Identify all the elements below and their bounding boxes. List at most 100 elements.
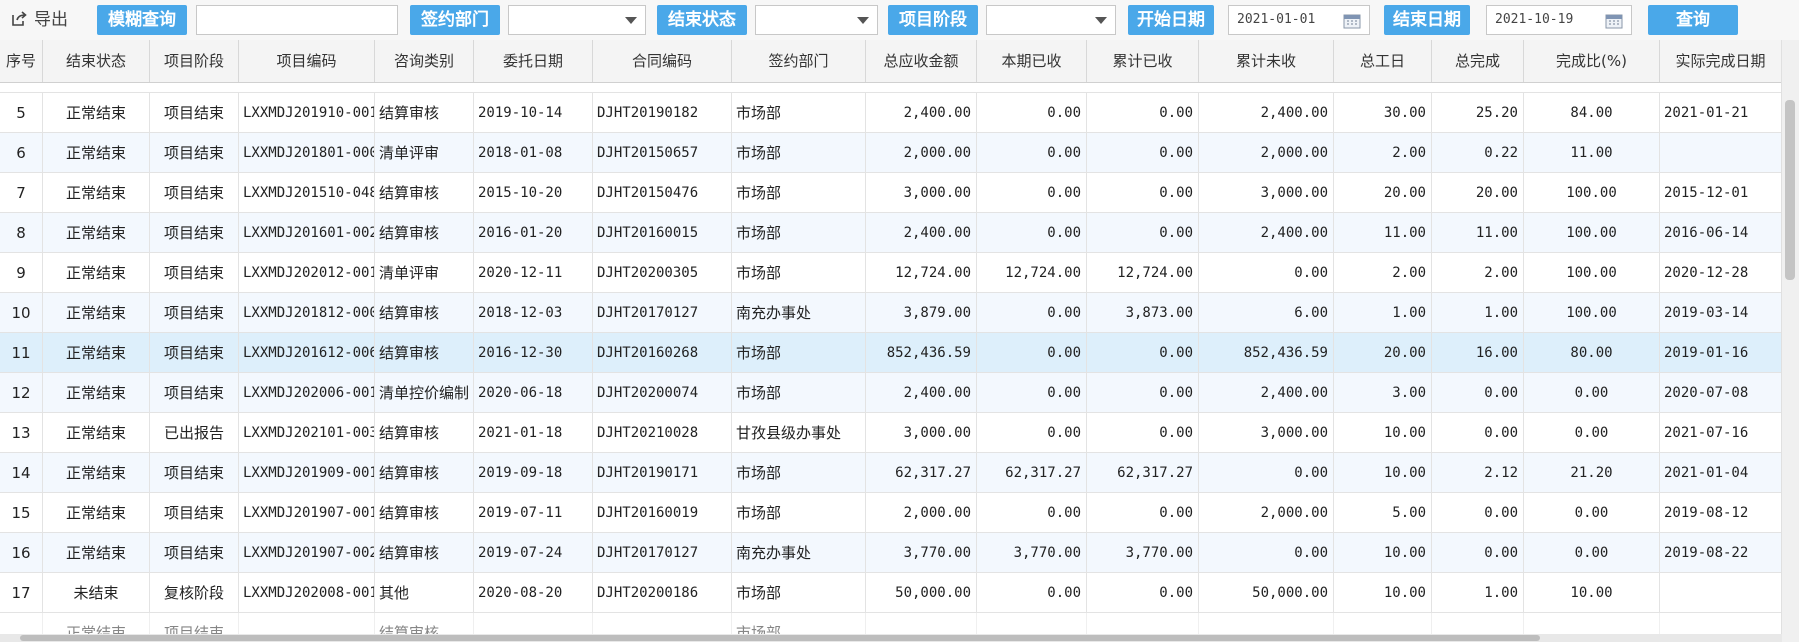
column-header-project-code[interactable]: 项目编码 [239,40,375,82]
cell-seq: 14 [0,453,43,493]
cell-total-workdays: 2.00 [1334,253,1432,293]
cell-cumulative-unreceived: 2,400.00 [1199,93,1334,133]
cell-contract-code: DJHT20210028 [593,413,732,453]
cell-project-code: LXXMDJ201909-0015 [239,453,375,493]
column-header-sign-dept[interactable]: 签约部门 [732,40,866,82]
vertical-scrollbar[interactable] [1781,40,1799,642]
scrollbar-thumb[interactable] [1785,100,1795,280]
table-row[interactable]: 17 未结束 复核阶段 LXXMDJ202008-0013 其他 2020-08-20 DJ… [0,573,1799,613]
end-date-input[interactable]: 2021-10-19 [1486,5,1632,35]
cell-end-status: 正常结束 [43,533,150,573]
cell-cumulative-unreceived: 0.00 [1199,253,1334,293]
cell-end-status: 正常结束 [43,173,150,213]
cell-total-receivable: 2,000.00 [866,493,977,533]
column-header-cumulative-unreceived[interactable]: 累计未收 [1199,40,1334,82]
column-header-total-completed[interactable]: 总完成 [1432,40,1524,82]
cell-entrust-date: 2021-01-18 [474,413,593,453]
table-row-spacer [0,83,1799,93]
cell-total-completed: 0.00 [1432,413,1524,453]
cell-total-workdays: 5.00 [1334,493,1432,533]
cell-end-status: 正常结束 [43,333,150,373]
status-select[interactable] [755,5,878,35]
cell-entrust-date: 2016-12-30 [474,333,593,373]
table-row[interactable]: 13 正常结束 已出报告 LXXMDJ202101-0030 结算审核 2021-01-1… [0,413,1799,453]
table-row[interactable]: 5 正常结束 项目结束 LXXMDJ201910-0017 结算审核 2019-10-14… [0,93,1799,133]
column-header-current-received[interactable]: 本期已收 [977,40,1087,82]
dept-filter-label[interactable]: 签约部门 [410,5,500,35]
cell-contract-code: DJHT20200186 [593,573,732,613]
table-row[interactable]: 6 正常结束 项目结束 LXXMDJ201801-0005 清单评审 2018-01-08… [0,133,1799,173]
stage-filter-label[interactable]: 项目阶段 [888,5,978,35]
cell-cumulative-unreceived: 50,000.00 [1199,573,1334,613]
start-date-input[interactable]: 2021-01-01 [1228,5,1370,35]
cell-current-received: 0.00 [977,133,1087,173]
cell-sign-dept: 市场部 [732,213,866,253]
scrollbar-thumb[interactable] [20,635,1540,641]
table-row[interactable]: 16 正常结束 项目结束 LXXMDJ201907-0025 结算审核 2019-07-2… [0,533,1799,573]
cell-cumulative-received: 3,873.00 [1087,293,1199,333]
calendar-icon[interactable] [1605,13,1623,29]
column-header-total-receivable[interactable]: 总应收金额 [866,40,977,82]
cell-cumulative-unreceived: 3,000.00 [1199,173,1334,213]
cell-total-workdays: 20.00 [1334,333,1432,373]
column-header-completion-ratio[interactable]: 完成比(%) [1524,40,1660,82]
cell-consult-type: 结算审核 [375,173,474,213]
cell-completion-ratio: 100.00 [1524,173,1660,213]
table-row[interactable]: 12 正常结束 项目结束 LXXMDJ202006-0015 清单控价编制 2020-06… [0,373,1799,413]
query-button[interactable]: 查询 [1648,5,1738,35]
cell-end-status: 正常结束 [43,253,150,293]
table-row[interactable]: 7 正常结束 项目结束 LXXMDJ201510-0484 结算审核 2015-10-20… [0,173,1799,213]
dept-select[interactable] [508,5,646,35]
cell-total-workdays: 10.00 [1334,573,1432,613]
cell-entrust-date: 2019-07-11 [474,493,593,533]
column-header-contract-code[interactable]: 合同编码 [593,40,732,82]
cell-project-stage: 项目结束 [150,453,239,493]
column-header-entrust-date[interactable]: 委托日期 [474,40,593,82]
column-header-end-status[interactable]: 结束状态 [43,40,150,82]
cell-sign-dept: 市场部 [732,253,866,293]
table-row[interactable]: 8 正常结束 项目结束 LXXMDJ201601-0026 结算审核 2016-01-20… [0,213,1799,253]
column-header-project-stage[interactable]: 项目阶段 [150,40,239,82]
cell-entrust-date: 2019-10-14 [474,93,593,133]
cell-cumulative-unreceived: 6.00 [1199,293,1334,333]
cell-completion-ratio: 0.00 [1524,533,1660,573]
chevron-down-icon [625,17,637,24]
cell-seq: 17 [0,573,43,613]
export-button[interactable]: 导出 [10,8,68,32]
cell-contract-code: DJHT20160015 [593,213,732,253]
cell-project-code: LXXMDJ201910-0017 [239,93,375,133]
fuzzy-search-input[interactable] [196,5,398,35]
cell-sign-dept: 市场部 [732,173,866,213]
cell-total-receivable: 2,000.00 [866,133,977,173]
cell-total-completed: 2.12 [1432,453,1524,493]
table-row[interactable]: 11 正常结束 项目结束 LXXMDJ201612-0069 结算审核 2016-12-3… [0,333,1799,373]
cell-current-received: 0.00 [977,333,1087,373]
status-filter-label[interactable]: 结束状态 [657,5,747,35]
calendar-icon[interactable] [1343,13,1361,29]
cell-cumulative-unreceived: 2,400.00 [1199,373,1334,413]
end-date-label[interactable]: 结束日期 [1384,5,1470,35]
column-header-cumulative-received[interactable]: 累计已收 [1087,40,1199,82]
cell-actual-finish-date: 2016-06-14 [1660,213,1782,253]
table-row[interactable]: 9 正常结束 项目结束 LXXMDJ202012-0017 清单评审 2020-12-11… [0,253,1799,293]
table-row[interactable]: 10 正常结束 项目结束 LXXMDJ201812-0003 结算审核 2018-12-0… [0,293,1799,333]
start-date-label[interactable]: 开始日期 [1128,5,1214,35]
cell-total-completed: 0.22 [1432,133,1524,173]
cell-consult-type: 结算审核 [375,93,474,133]
cell-end-status: 正常结束 [43,213,150,253]
cell-completion-ratio: 0.00 [1524,413,1660,453]
column-header-consult-type[interactable]: 咨询类别 [375,40,474,82]
export-label: 导出 [34,10,68,30]
column-header-seq[interactable]: 序号 [0,40,43,82]
cell-end-status: 正常结束 [43,453,150,493]
horizontal-scrollbar[interactable] [0,634,1782,642]
column-header-total-workdays[interactable]: 总工日 [1334,40,1432,82]
cell-cumulative-received: 0.00 [1087,173,1199,213]
fuzzy-search-button[interactable]: 模糊查询 [97,5,187,35]
table-row[interactable]: 14 正常结束 项目结束 LXXMDJ201909-0015 结算审核 2019-09-1… [0,453,1799,493]
stage-select[interactable] [986,5,1116,35]
cell-seq: 12 [0,373,43,413]
table-row[interactable]: 15 正常结束 项目结束 LXXMDJ201907-0010 结算审核 2019-07-1… [0,493,1799,533]
column-header-actual-finish-date[interactable]: 实际完成日期 [1660,40,1782,82]
cell-actual-finish-date: 2021-07-16 [1660,413,1782,453]
